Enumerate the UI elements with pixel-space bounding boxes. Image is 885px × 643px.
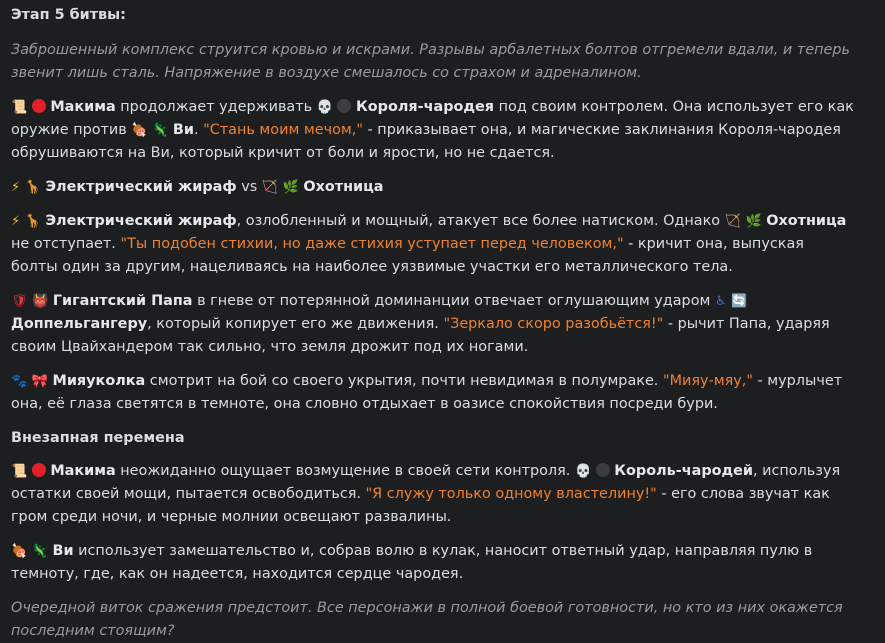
wheelchair-icon: ♿ (714, 294, 727, 309)
black-circle-icon (337, 99, 352, 113)
character-name: Ви (172, 122, 194, 138)
makima-second-paragraph: 📜 Макима неожиданно ощущает возмущение в… (11, 463, 841, 525)
herb-icon: 🌿 (282, 180, 299, 195)
black-circle-icon (595, 463, 610, 477)
message-content: Этап 5 битвы: Заброшенный комплекс струи… (0, 0, 864, 643)
red-circle-icon (31, 99, 46, 113)
cycle-icon: 🔄 (731, 294, 748, 309)
quote: "Мияу-мяу," (662, 373, 753, 389)
scroll-icon: 📜 (11, 100, 28, 115)
skull-icon: 💀 (574, 464, 592, 479)
lizard-icon: 🦎 (152, 123, 169, 138)
giraffe-icon: 🦒 (24, 214, 41, 229)
character-name: Электрический жираф (45, 213, 237, 229)
giraffe-icon: 🦒 (24, 180, 41, 195)
meat-icon: 🍖 (11, 544, 28, 559)
quote: "Я служу только одному властелину!" (365, 486, 657, 502)
bow-and-arrow-icon: 🏹 (724, 214, 741, 229)
versus-line: ⚡ 🦒 Электрический жираф vs 🏹 🌿 Охотница (11, 179, 384, 195)
lightning-icon: ⚡ (11, 214, 21, 229)
lizard-icon: 🦎 (31, 544, 48, 559)
devil-icon: 👹 (32, 294, 49, 309)
scroll-icon: 📜 (11, 464, 28, 479)
character-name: Доппельгангеру (11, 316, 148, 332)
intro-paragraph: Заброшенный комплекс струится кровью и и… (11, 42, 850, 81)
meat-icon: 🍖 (131, 123, 148, 138)
bow-and-arrow-icon: 🏹 (261, 180, 279, 195)
character-name: Король-чародей (614, 463, 753, 479)
giraffe-paragraph: ⚡ 🦒 Электрический жираф, озлобленный и м… (11, 213, 847, 275)
character-name: Макима (50, 99, 116, 115)
lightning-icon: ⚡ (11, 180, 21, 195)
vi-paragraph: 🍖 🦎 Ви использует замешательство и, собр… (11, 543, 813, 582)
skull-icon: 💀 (316, 100, 333, 115)
character-name: Охотница (766, 213, 847, 229)
quote: "Стань моим мечом," (203, 122, 363, 138)
herb-icon: 🌿 (745, 214, 762, 229)
character-name: Мияуколка (52, 373, 146, 389)
character-name: Гигантский Папа (52, 293, 193, 309)
red-circle-icon (31, 463, 46, 477)
makima-paragraph: 📜 Макима продолжает удерживать 💀 Короля-… (11, 99, 854, 161)
shield-icon: 🛡 (11, 294, 28, 309)
papa-paragraph: 🛡 👹 Гигантский Папа в гневе от потерянно… (11, 293, 830, 355)
paw-prints-icon: 🐾 (11, 374, 28, 389)
character-name: Электрический жираф (45, 179, 237, 195)
ribbon-icon: 🎀 (31, 374, 48, 389)
character-name: Ви (52, 543, 74, 559)
outro-paragraph: Очередной виток сражения предстоит. Все … (11, 600, 843, 639)
character-name: Макима (50, 463, 116, 479)
quote: "Зеркало скоро разобьётся!" (443, 316, 664, 332)
stage-heading: Этап 5 битвы: (11, 7, 126, 23)
character-name: Охотница (303, 179, 384, 195)
miyaukolka-paragraph: 🐾 🎀 Мияуколка смотрит на бой со своего у… (11, 373, 843, 412)
section-subheading: Внезапная перемена (11, 430, 185, 446)
quote: "Ты подобен стихии, но даже стихия уступ… (120, 236, 624, 252)
character-name: Короля-чародея (356, 99, 495, 115)
